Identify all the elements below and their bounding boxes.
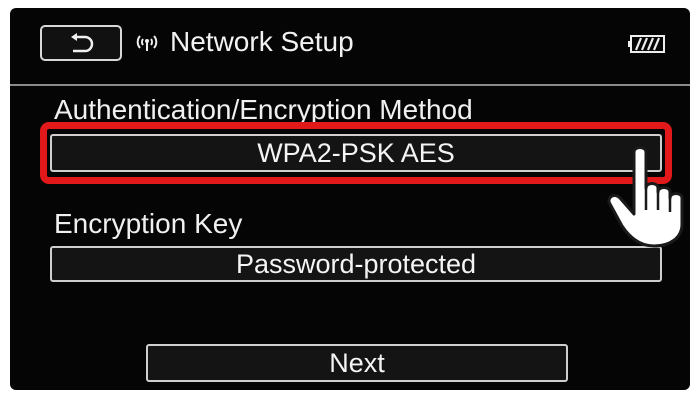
encryption-key-label: Encryption Key xyxy=(54,208,243,239)
wifi-signal-icon xyxy=(136,35,158,51)
return-arrow-icon xyxy=(71,33,94,53)
next-button[interactable]: Next xyxy=(146,344,568,382)
encryption-key-field[interactable]: Password-protected xyxy=(50,246,662,282)
header-bar: Network Setup xyxy=(10,8,690,84)
auth-method-field[interactable]: WPA2-PSK AES xyxy=(50,134,662,172)
page-title: Network Setup xyxy=(170,26,354,57)
pointing-hand-icon xyxy=(607,146,684,248)
camera-screen: Network Setup Authentication/Encryption … xyxy=(10,8,690,390)
battery-full-icon xyxy=(628,35,665,53)
back-button[interactable] xyxy=(40,25,122,61)
header-divider xyxy=(10,84,690,86)
